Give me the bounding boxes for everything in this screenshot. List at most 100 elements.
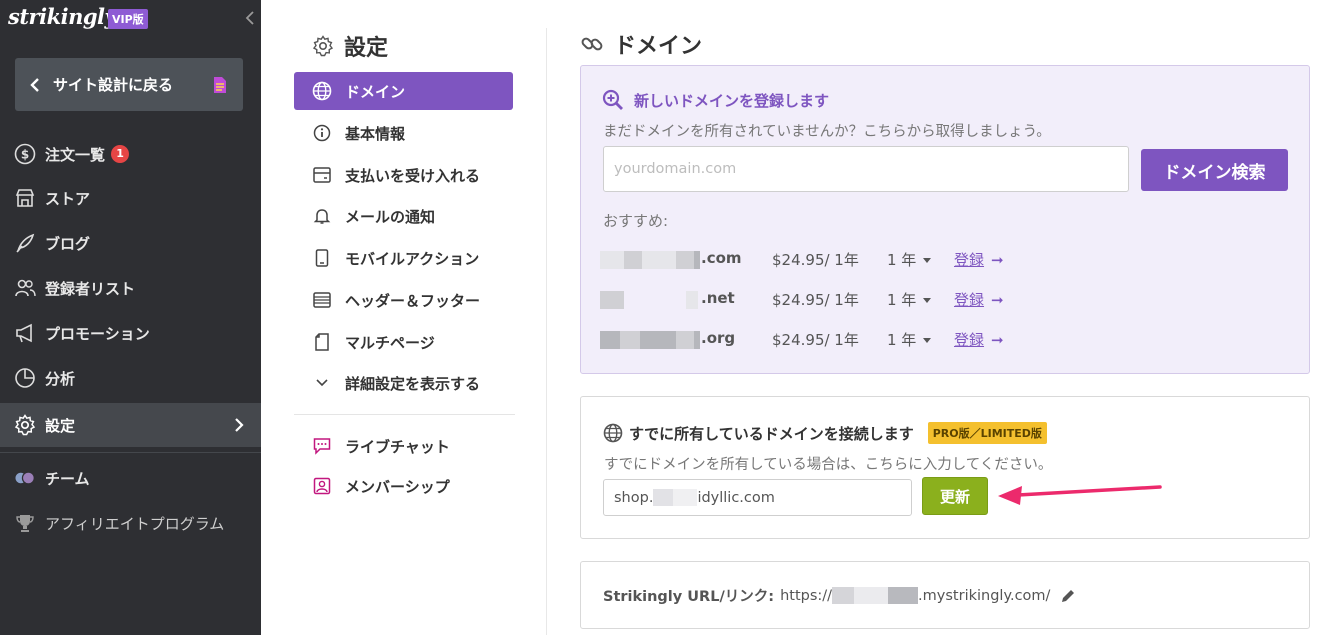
arrow-right-icon: ➞: [991, 291, 1004, 309]
trophy-icon: [14, 512, 36, 534]
sidebar-item-team[interactable]: チーム: [0, 456, 261, 500]
info-icon: [312, 123, 332, 143]
redacted-block: [676, 331, 694, 349]
sidebar-item-blog[interactable]: ブログ: [0, 221, 261, 265]
settings-menu-label: モバイルアクション: [345, 249, 480, 268]
page-title: ドメイン: [580, 28, 702, 60]
suggestion-price: $24.95/ 1年: [772, 251, 859, 269]
settings-menu-show-advanced[interactable]: 詳細設定を表示する: [294, 364, 513, 402]
settings-menu-payments[interactable]: 支払いを受け入れる: [294, 156, 513, 194]
caret-down-icon: [923, 338, 932, 343]
settings-menu-live-chat[interactable]: ライブチャット: [294, 427, 513, 465]
collapse-sidebar-icon[interactable]: [244, 10, 256, 26]
settings-menu-label: 詳細設定を表示する: [345, 374, 481, 393]
settings-menu-divider: [294, 414, 515, 415]
settings-title: 設定: [312, 30, 388, 62]
redacted-block: [620, 331, 640, 349]
new-domain-heading-text: 新しいドメインを登録します: [634, 91, 830, 110]
period-value: 1 年: [887, 291, 917, 309]
strikingly-url-suffix: .mystrikingly.com/: [918, 587, 1051, 604]
update-domain-button[interactable]: 更新: [922, 477, 988, 515]
team-avatars-icon: [14, 467, 36, 489]
back-to-site-editor-button[interactable]: サイト設計に戻る: [15, 58, 243, 111]
domain-search-input[interactable]: [603, 146, 1129, 192]
search-plus-icon: [602, 89, 623, 110]
suggestion-domain: .com: [701, 249, 742, 267]
strikingly-url-row: Strikingly URL/リンク: https:// .mystriking…: [603, 585, 1076, 606]
vip-badge: VIP版: [108, 9, 148, 29]
suggestion-period-select[interactable]: 1 年: [887, 249, 932, 270]
settings-menu-membership[interactable]: メンバーシップ: [294, 467, 513, 505]
domain-input-suffix: idyllic.com: [697, 489, 775, 506]
suggestion-period-select[interactable]: 1 年: [887, 329, 932, 350]
quill-icon: [14, 232, 36, 254]
custom-domain-input[interactable]: shop. idyllic.com: [603, 479, 912, 516]
sidebar-item-analytics[interactable]: 分析: [0, 356, 261, 400]
redacted-block: [653, 489, 674, 506]
sidebar-item-label: アフィリエイトプログラム: [45, 514, 225, 533]
redacted-block: [832, 587, 855, 604]
redacted-block: [642, 251, 676, 269]
users-icon: [14, 277, 36, 299]
page-title-text: ドメイン: [614, 34, 703, 59]
suggestion-period-select[interactable]: 1 年: [887, 289, 932, 310]
new-domain-heading: 新しいドメインを登録します: [602, 89, 829, 111]
chevron-right-icon: [235, 418, 244, 432]
redacted-block: [694, 331, 700, 349]
settings-menu-header-footer[interactable]: ヘッダー＆フッター: [294, 281, 513, 319]
store-icon: [14, 187, 36, 209]
suggestion-price: $24.95/ 1年: [772, 291, 859, 309]
settings-menu-multipage[interactable]: マルチページ: [294, 323, 513, 361]
column-divider: [546, 28, 547, 635]
settings-title-text: 設定: [344, 36, 389, 61]
pencil-icon[interactable]: [1060, 588, 1076, 604]
back-button-label: サイト設計に戻る: [53, 76, 174, 94]
settings-menu-domain[interactable]: ドメイン: [294, 72, 513, 110]
register-link[interactable]: 登録 ➞: [954, 289, 1004, 310]
settings-menu-basic-info[interactable]: 基本情報: [294, 114, 513, 152]
settings-menu-label: 基本情報: [345, 124, 406, 143]
register-link-label: 登録: [954, 291, 985, 309]
sidebar-item-subscribers[interactable]: 登録者リスト: [0, 266, 261, 310]
register-link-label: 登録: [954, 251, 985, 269]
sidebar-item-label: プロモーション: [45, 324, 150, 343]
connect-domain-heading-text: すでに所有しているドメインを接続します: [629, 424, 914, 443]
app-sidebar: strikingly VIP版 サイト設計に戻る $ 注文一覧 1 ストア ブロ…: [0, 0, 261, 635]
new-domain-subtitle: まだドメインを所有されていませんか？こちらから取得しましょう。: [603, 124, 1051, 140]
sidebar-item-store[interactable]: ストア: [0, 176, 261, 220]
sidebar-item-settings[interactable]: 設定: [0, 403, 261, 447]
sidebar-item-promotion[interactable]: プロモーション: [0, 311, 261, 355]
caret-down-icon: [923, 298, 932, 303]
arrow-right-icon: ➞: [991, 331, 1004, 349]
strikingly-url-card: Strikingly URL/リンク: https:// .mystriking…: [580, 561, 1310, 629]
redacted-block: [600, 291, 624, 309]
period-value: 1 年: [887, 251, 917, 269]
redacted-block: [888, 587, 919, 604]
register-link[interactable]: 登録 ➞: [954, 249, 1004, 270]
strikingly-logo[interactable]: strikingly: [8, 4, 117, 29]
settings-menu-mobile-actions[interactable]: モバイルアクション: [294, 239, 513, 277]
sidebar-item-label: チーム: [45, 469, 90, 488]
suggestion-row: .com $24.95/ 1年 1 年 登録 ➞: [600, 249, 1020, 271]
period-value: 1 年: [887, 331, 917, 349]
pie-chart-icon: [14, 367, 36, 389]
settings-menu-email-notifications[interactable]: メールの通知: [294, 197, 513, 235]
link-icon: [581, 37, 603, 51]
sidebar-item-affiliate[interactable]: アフィリエイトプログラム: [0, 501, 261, 545]
header-footer-icon: [312, 290, 332, 310]
mobile-icon: [312, 248, 332, 268]
redacted-block: [673, 489, 698, 506]
payment-icon: [312, 165, 332, 185]
redacted-block: [686, 291, 698, 309]
sidebar-divider: [0, 452, 261, 453]
domain-search-button[interactable]: ドメイン検索: [1141, 149, 1288, 191]
suggestion-price: $24.95/ 1年: [772, 331, 859, 349]
sidebar-item-label: 設定: [45, 416, 76, 435]
strikingly-url-prefix: https://: [780, 587, 833, 604]
settings-menu-label: メールの通知: [345, 207, 436, 226]
new-domain-card: 新しいドメインを登録します まだドメインを所有されていませんか？こちらから取得し…: [580, 65, 1310, 374]
sidebar-item-orders[interactable]: $ 注文一覧 1: [0, 132, 261, 176]
redacted-block: [694, 251, 700, 269]
globe-icon: [312, 81, 332, 101]
register-link[interactable]: 登録 ➞: [954, 329, 1004, 350]
